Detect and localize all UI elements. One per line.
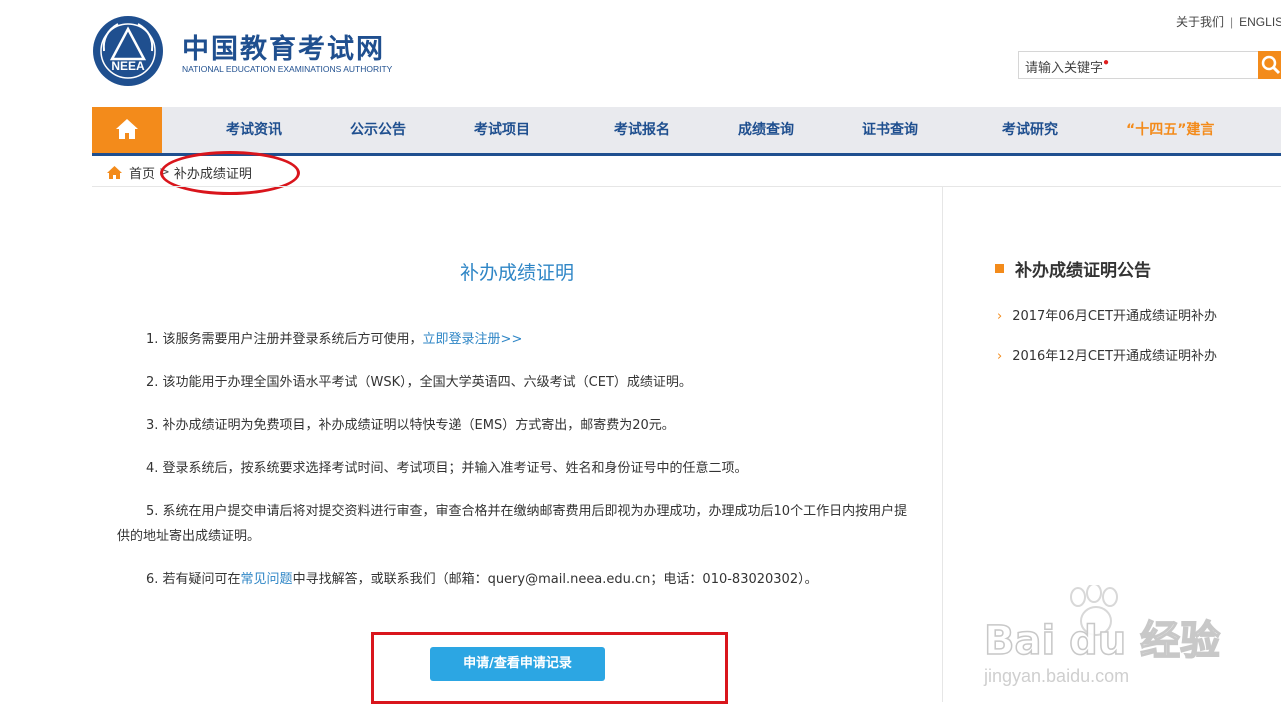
- home-icon: [116, 119, 138, 139]
- emblem-text: NEEA: [111, 59, 145, 73]
- search-input[interactable]: 请输入关键字●: [1018, 51, 1259, 79]
- search-button[interactable]: [1258, 51, 1281, 79]
- nav-item-news[interactable]: 考试资讯: [226, 107, 282, 153]
- watermark-url: jingyan.baidu.com: [984, 666, 1130, 686]
- logo-title-cn: 中国教育考试网: [182, 34, 385, 65]
- instruction-6-prefix: 6. 若有疑问可在: [146, 572, 241, 587]
- chevron-right-icon: ›: [997, 309, 1003, 324]
- nav-item-announcements[interactable]: 公示公告: [350, 107, 406, 153]
- nav-item-certificate-query[interactable]: 证书查询: [862, 107, 918, 153]
- instruction-1-text: 1. 该服务需要用户注册并登录系统后方可使用，: [146, 332, 423, 347]
- nav-item-score-query[interactable]: 成绩查询: [738, 107, 794, 153]
- instruction-5: 5. 系统在用户提交申请后将对提交资料进行审查，审查合格并在缴纳邮寄费用后即视为…: [117, 504, 908, 544]
- instruction-1: 1. 该服务需要用户注册并登录系统后方可使用，立即登录注册>>: [117, 327, 917, 352]
- nav-item-five-year-plan[interactable]: “十四五”建言: [1126, 107, 1214, 153]
- instruction-3: 3. 补办成绩证明为免费项目，补办成绩证明以特快专递（EMS）方式寄出，邮寄费为…: [146, 418, 675, 433]
- logo-title-en: NATIONAL EDUCATION EXAMINATIONS AUTHORIT…: [182, 64, 393, 74]
- search-icon: [1261, 55, 1281, 75]
- annotation-circle: [160, 151, 300, 195]
- top-link-separator: |: [1230, 15, 1234, 29]
- nav-item-research[interactable]: 考试研究: [1002, 107, 1058, 153]
- sidebar-notice-text: 2017年06月CET开通成绩证明补办: [1012, 309, 1218, 324]
- breadcrumb-home-icon: [107, 165, 122, 179]
- instruction-4: 4. 登录系统后，按系统要求选择考试时间、考试项目；并输入准考证号、姓名和身份证…: [146, 461, 748, 476]
- sidebar-title: 补办成绩证明公告: [995, 256, 1151, 281]
- sidebar-notice-item[interactable]: › 2016年12月CET开通成绩证明补办: [997, 345, 1232, 364]
- sidebar-notice-text: 2016年12月CET开通成绩证明补办: [1012, 349, 1218, 364]
- top-links: 关于我们 | ENGLISH: [1176, 13, 1281, 30]
- sidebar-divider: [942, 187, 943, 702]
- square-bullet-icon: [995, 264, 1004, 273]
- neea-emblem-icon: NEEA: [93, 16, 163, 86]
- nav-item-exams[interactable]: 考试项目: [474, 107, 530, 153]
- annotation-rectangle: [371, 632, 728, 704]
- chevron-right-icon: ›: [997, 349, 1003, 364]
- required-dot-icon: ●: [1103, 57, 1110, 68]
- login-register-link[interactable]: 立即登录注册>>: [423, 332, 523, 347]
- nav-item-registration[interactable]: 考试报名: [614, 107, 670, 153]
- instruction-2: 2. 该功能用于办理全国外语水平考试（WSK），全国大学英语四、六级考试（CET…: [146, 375, 692, 390]
- page-title: 补办成绩证明: [459, 262, 574, 284]
- about-link[interactable]: 关于我们: [1176, 15, 1224, 29]
- breadcrumb-home-link[interactable]: 首页: [129, 163, 155, 182]
- sidebar-notice-item[interactable]: › 2017年06月CET开通成绩证明补办: [997, 305, 1232, 324]
- nav-home-button[interactable]: [92, 107, 162, 153]
- faq-link[interactable]: 常见问题: [241, 572, 293, 587]
- instruction-6: 6. 若有疑问可在常见问题中寻找解答，或联系我们（邮箱：query@mail.n…: [117, 567, 917, 592]
- search-placeholder: 请输入关键字: [1025, 60, 1104, 75]
- site-logo[interactable]: NEEA 中国教育考试网 NATIONAL EDUCATION EXAMINAT…: [92, 15, 392, 90]
- breadcrumb-divider: [92, 186, 1281, 187]
- sidebar-title-text: 补办成绩证明公告: [1015, 261, 1151, 281]
- instruction-6-suffix: 中寻找解答，或联系我们（邮箱：query@mail.neea.edu.cn；电话…: [292, 572, 818, 587]
- watermark-brand: Bai du 经验: [983, 617, 1221, 665]
- english-link[interactable]: ENGLISH: [1239, 15, 1281, 29]
